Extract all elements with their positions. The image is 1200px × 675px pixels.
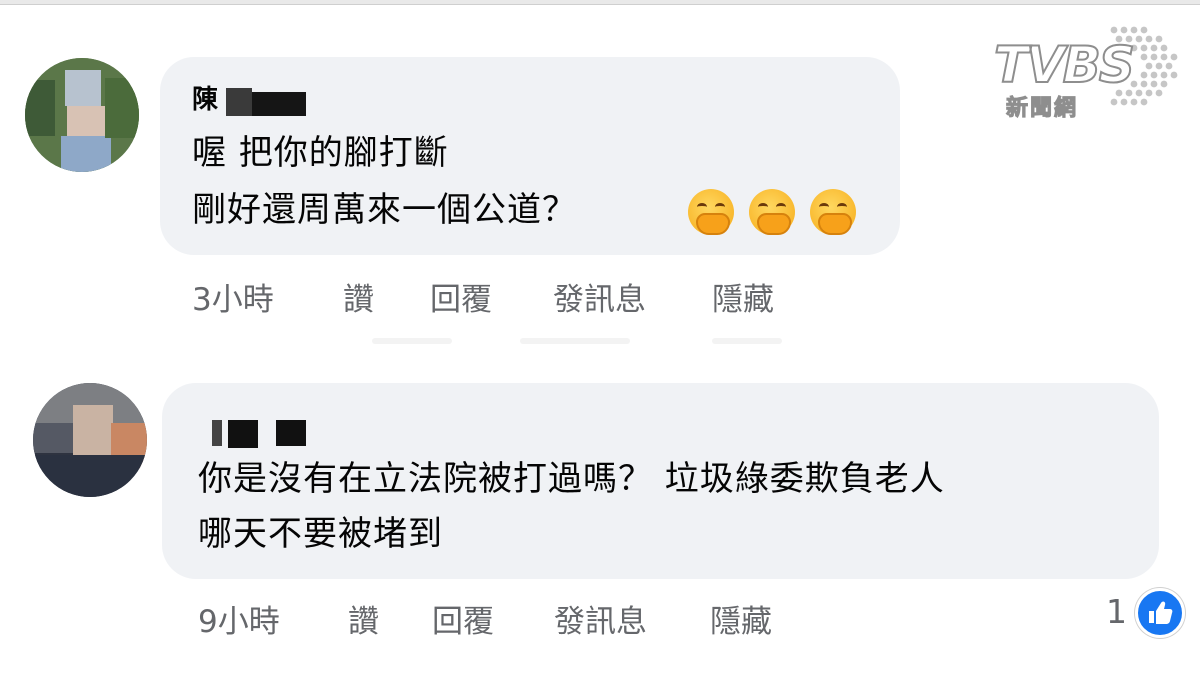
reaction-count[interactable]: 1 (1106, 592, 1127, 631)
timestamp[interactable]: 9小時 (198, 596, 280, 641)
redacted-name (252, 92, 306, 116)
separator (520, 338, 630, 344)
comment-text-line: 喔 把你的腳打斷 (192, 133, 449, 173)
like-thumb-icon[interactable] (1135, 588, 1185, 638)
message-action[interactable]: 發訊息 (554, 596, 647, 641)
avatar[interactable] (33, 383, 147, 497)
hide-action[interactable]: 隱藏 (712, 274, 774, 319)
reply-action[interactable]: 回覆 (432, 596, 494, 641)
redacted-name (226, 88, 252, 116)
reply-action[interactable]: 回覆 (430, 274, 492, 319)
message-action[interactable]: 發訊息 (553, 274, 646, 319)
redacted-name (276, 420, 306, 446)
hand-over-mouth-emoji-icon (688, 189, 734, 235)
comment-actions: 9小時 讚 回覆 發訊息 隱藏 (198, 596, 818, 640)
comment-text-line: 你是沒有在立法院被打過嗎？ 垃圾綠委欺負老人 (198, 459, 945, 499)
watermark-subtitle: 新聞網 (1005, 96, 1079, 122)
watermark-brand: TVBS (993, 35, 1136, 95)
previous-comment-edge (0, 0, 1200, 5)
comment-actions: 3小時 讚 回覆 發訊息 隱藏 (192, 274, 812, 318)
hand-over-mouth-emoji-icon (810, 189, 856, 235)
tvbs-watermark-logo: TVBS 新聞網 (993, 22, 1184, 122)
separator (372, 338, 452, 344)
avatar[interactable] (25, 58, 139, 172)
like-action[interactable]: 讚 (348, 596, 379, 641)
like-action[interactable]: 讚 (343, 274, 374, 319)
redacted-name (212, 420, 222, 446)
timestamp[interactable]: 3小時 (192, 274, 274, 319)
hand-over-mouth-emoji-icon (749, 189, 795, 235)
separator (712, 338, 782, 344)
comment-text-line: 剛好還周萬來一個公道？ (192, 190, 577, 230)
hide-action[interactable]: 隱藏 (710, 596, 772, 641)
comment-text-line: 哪天不要被堵到 (198, 514, 443, 554)
redacted-name (228, 420, 258, 448)
comment-author[interactable]: 陳 (192, 79, 218, 116)
